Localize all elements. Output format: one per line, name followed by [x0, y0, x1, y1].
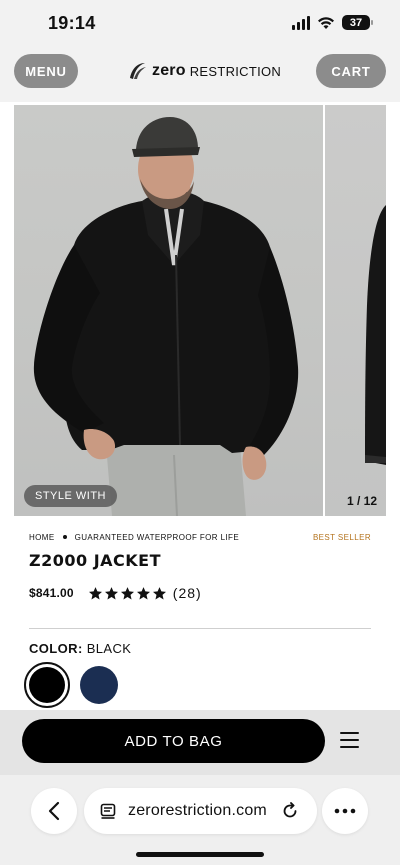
color-swatch-black[interactable] [24, 662, 70, 708]
style-with-button[interactable]: STYLE WITH [24, 485, 118, 507]
product-photo-next[interactable]: 1 / 12 [325, 105, 386, 516]
site-header: MENU zero RESTRICTION CART [0, 46, 400, 102]
home-indicator[interactable] [136, 852, 264, 857]
breadcrumb-tagline: GUARANTEED WATERPROOF FOR LIFE [74, 532, 240, 542]
menu-button[interactable]: MENU [14, 54, 78, 88]
logo-text-thin: RESTRICTION [189, 63, 282, 79]
color-label-key: COLOR: [29, 641, 83, 656]
product-photo-main[interactable]: STYLE WITH [14, 105, 323, 516]
color-swatch-navy[interactable] [80, 666, 118, 704]
breadcrumb: HOME GUARANTEED WATERPROOF FOR LIFE BEST… [29, 531, 371, 543]
star-icon [88, 586, 102, 599]
color-selection-label: COLOR: BLACK [29, 641, 131, 656]
cellular-signal-icon [292, 15, 310, 30]
sticky-add-to-bag-bar: ADD TO BAG [0, 710, 400, 775]
next-photo-jacket-image [365, 205, 386, 465]
gallery-counter: 1 / 12 [346, 494, 377, 508]
url-text: zerorestriction.com [128, 802, 267, 819]
add-to-bag-button[interactable]: ADD TO BAG [22, 719, 325, 763]
cart-button[interactable]: CART [316, 54, 386, 88]
product-title: Z2000 JACKET [29, 551, 162, 570]
battery-icon: 37 [342, 15, 373, 30]
color-label-value: BLACK [86, 641, 132, 656]
status-bar: 19:14 37 [0, 0, 400, 46]
model-wearing-jacket-image [33, 117, 299, 516]
section-divider [29, 628, 371, 629]
logo-text-bold: zero [152, 62, 186, 79]
rating-stars[interactable] [88, 586, 167, 601]
product-price: $841.00 [29, 586, 74, 600]
chevron-left-icon [48, 801, 60, 821]
hamburger-menu-icon[interactable] [340, 732, 359, 748]
brand-logo[interactable]: zero RESTRICTION [126, 58, 281, 84]
back-button[interactable] [31, 788, 77, 834]
reader-page-icon [100, 803, 116, 819]
price-rating-row: $841.00 (28) [29, 585, 202, 601]
address-bar[interactable]: zerorestriction.com [84, 788, 317, 834]
status-icons: 37 [292, 15, 373, 30]
logo-swoosh-icon [130, 63, 146, 79]
breadcrumb-separator [62, 535, 67, 539]
best-seller-badge: BEST SELLER [312, 532, 371, 542]
breadcrumb-home[interactable]: HOME [29, 533, 55, 542]
browser-toolbar: zerorestriction.com [0, 775, 400, 865]
review-count[interactable]: (28) [173, 585, 202, 601]
status-time: 19:14 [48, 13, 96, 33]
ellipsis-icon [334, 808, 356, 814]
star-icon [104, 586, 118, 599]
star-icon [152, 586, 166, 599]
wifi-icon [318, 16, 334, 29]
reload-icon[interactable] [281, 802, 299, 820]
product-image-gallery[interactable]: STYLE WITH 1 / 12 [14, 105, 386, 516]
star-icon [120, 586, 134, 599]
star-icon [136, 586, 150, 599]
more-options-button[interactable] [322, 788, 368, 834]
